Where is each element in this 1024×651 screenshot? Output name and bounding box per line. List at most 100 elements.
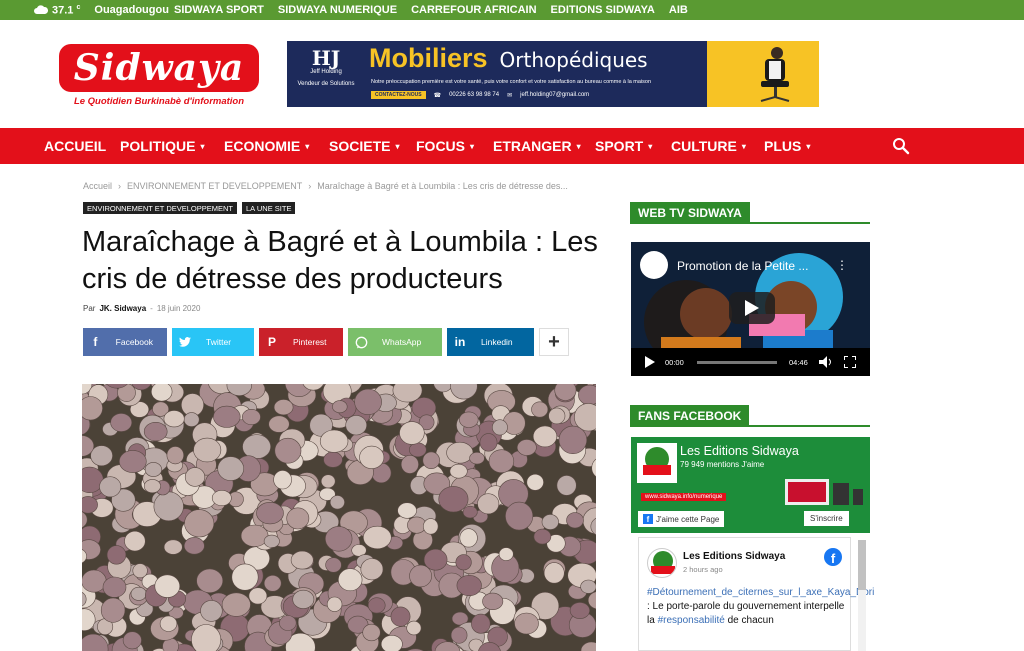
widget-scrollbar[interactable] [858,540,866,651]
onion-shape [242,434,272,460]
ad-brand-name: Jeff Holding [310,69,342,75]
nav-item-focus[interactable]: FOCUS ▾ [416,138,474,154]
video-progress[interactable] [697,361,777,364]
onion-shape [399,421,425,445]
volume-icon[interactable] [819,356,833,368]
onion-shape [82,496,98,514]
article-featured-image [82,384,596,651]
share-linkedin-button[interactable]: in Linkedin [447,328,534,356]
ad-brand-logo: HJ [311,46,341,70]
nav-item-plus[interactable]: PLUS ▾ [764,138,810,154]
site-header: Sidwaya Le Quotidien Burkinabè d'informa… [0,20,1024,128]
top-link-aib[interactable]: AIB [669,4,688,16]
share-facebook-button[interactable]: f Facebook [83,328,167,356]
search-icon[interactable] [892,137,910,155]
ad-title-main: Mobiliers [369,43,488,73]
post-author[interactable]: Les Editions Sidwaya [683,551,785,562]
article-date: 18 juin 2020 [156,304,201,313]
onion-shape [99,476,122,498]
site-logo[interactable]: Sidwaya Le Quotidien Burkinabè d'informa… [55,42,263,128]
nav-item-culture[interactable]: CULTURE ▾ [671,138,746,154]
post-hashtag[interactable]: #responsabilité [658,615,725,626]
video-player[interactable]: Promotion de la Petite ... ⋮ 00:00 04:46 [631,242,870,376]
breadcrumb-home[interactable]: Accueil [83,181,112,191]
onion-shape [422,451,440,470]
post-author-avatar[interactable] [647,548,677,578]
top-link-sidwaya-sport[interactable]: SIDWAYA SPORT [174,4,264,16]
onion-shape [106,545,127,565]
onion-shape [273,399,294,416]
share-pinterest-button[interactable]: P Pinterest [259,328,343,356]
onion-shape [110,413,133,432]
onion-shape [362,525,392,550]
onion-shape [390,606,411,627]
onion-shape [566,512,584,529]
ad-banner[interactable]: HJ Jeff Holding Vendeur de Solutions Mob… [287,41,819,107]
category-tag[interactable]: ENVIRONNEMENT ET DEVELOPPEMENT [83,202,238,214]
ad-contact-pill: CONTACTEZ-NOUS [371,91,426,99]
author-link[interactable]: JK. Sidwaya [99,304,146,313]
ad-contact: CONTACTEZ-NOUS ☎ 00226 63 98 98 74 ✉ jef… [371,91,589,99]
breadcrumb-category[interactable]: ENVIRONNEMENT ET DEVELOPPEMENT [127,181,302,191]
onion-shape [240,524,269,547]
devices-illustration [785,479,863,505]
onion-shape [130,586,147,601]
page-avatar[interactable] [637,443,677,483]
onion-shape [438,486,469,513]
share-twitter-button[interactable]: Twitter [172,328,254,356]
onion-shape [183,537,205,555]
onion-shape [446,441,474,464]
onion-shape [423,518,439,535]
channel-avatar[interactable] [640,251,668,279]
onion-shape [279,615,297,631]
onion-shape [338,568,363,592]
onion-shape [580,579,596,594]
top-link-carrefour-africain[interactable]: CARREFOUR AFRICAIN [411,4,536,16]
onion-shape [326,596,343,612]
nav-item-sport[interactable]: SPORT ▾ [595,138,652,154]
nav-label: ACCUEIL [44,138,107,154]
twitter-icon [172,337,198,347]
more-options-icon[interactable]: ⋮ [836,258,848,272]
nav-item-societe[interactable]: SOCIETE ▾ [329,138,399,154]
onion-shape [345,415,368,436]
post-hashtag[interactable]: #Détournement_de_citernes_sur_l_axe_Kaya… [647,587,874,598]
more-share-button[interactable]: + [539,328,569,356]
nav-item-etranger[interactable]: ETRANGER ▾ [493,138,581,154]
logo-tagline: Le Quotidien Burkinabè d'information [73,96,245,107]
onion-shape [221,592,251,617]
onion-shape [450,626,468,644]
onion-shape [241,408,261,425]
onion-shape [449,463,468,479]
play-small-icon[interactable] [645,356,655,368]
chevron-down-icon: ▾ [395,141,400,151]
onion-shape [231,563,259,591]
onion-shape [248,587,268,605]
scrollbar-thumb[interactable] [858,540,866,590]
nav-item-politique[interactable]: POLITIQUE ▾ [120,138,204,154]
video-title[interactable]: Promotion de la Petite ... [677,259,808,273]
onion-shape [153,491,184,522]
onion-shape [362,623,381,642]
subscribe-button[interactable]: S'inscrire [804,511,849,526]
onion-shape [292,589,315,609]
play-button[interactable] [729,292,775,324]
logo-wordmark: Sidwaya [73,47,245,89]
onion-shape [132,563,148,579]
onion-shape [151,384,173,402]
top-links: SIDWAYA SPORT SIDWAYA NUMERIQUE CARREFOU… [174,4,688,16]
onion-shape [144,462,163,477]
onion-shape [400,455,419,474]
fb-page-name[interactable]: Les Editions Sidwaya [680,444,799,458]
top-link-editions-sidwaya[interactable]: EDITIONS SIDWAYA [551,4,655,16]
nav-item-accueil[interactable]: ACCUEIL [44,138,106,154]
like-page-button[interactable]: f J'aime cette Page [638,511,725,527]
category-tag[interactable]: LA UNE SITE [242,202,296,214]
nav-label: SPORT [595,138,644,154]
fullscreen-icon[interactable] [844,356,856,368]
onion-shape [409,564,433,588]
onion-shape [273,470,292,490]
share-whatsapp-button[interactable]: WhatsApp [348,328,442,356]
top-link-sidwaya-numerique[interactable]: SIDWAYA NUMERIQUE [278,4,397,16]
nav-item-economie[interactable]: ECONOMIE ▾ [224,138,309,154]
